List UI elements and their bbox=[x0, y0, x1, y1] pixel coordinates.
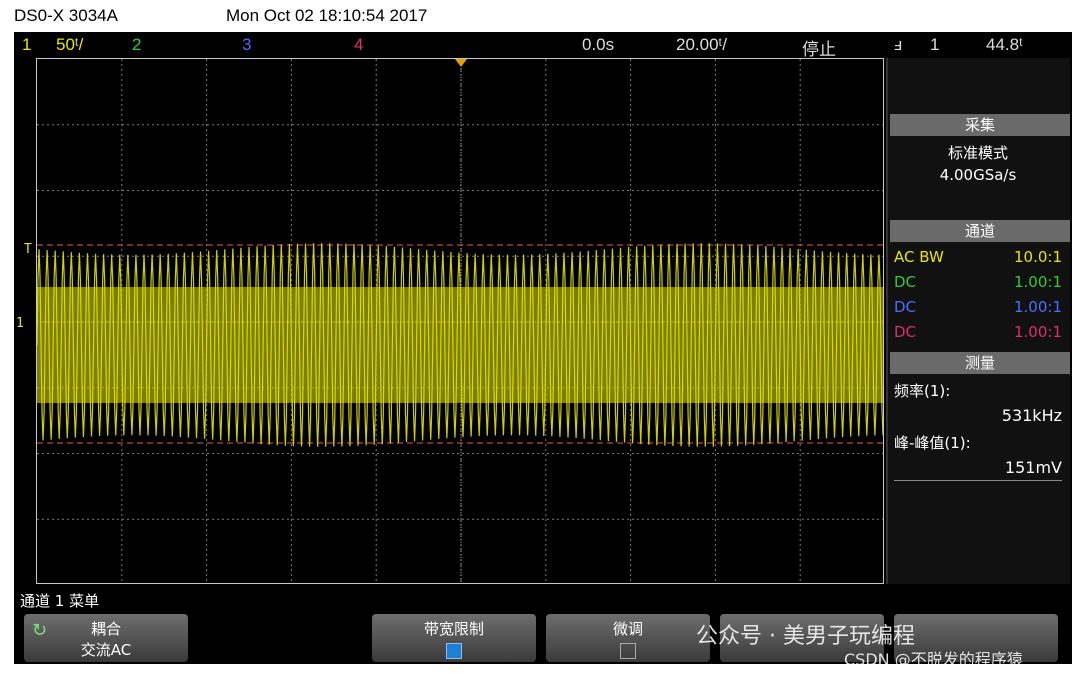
fine-checkbox bbox=[620, 643, 636, 659]
ch4-indicator[interactable]: 4 bbox=[354, 35, 363, 55]
instrument-model: DS0-X 3034A bbox=[14, 6, 118, 25]
channel-coupling: DC bbox=[894, 298, 917, 316]
time-delay[interactable]: 0.0s bbox=[582, 35, 614, 55]
bw-limit-softkey[interactable]: 带宽限制 bbox=[372, 614, 536, 662]
time-scale[interactable]: 20.00ᵗ/ bbox=[676, 35, 727, 55]
trigger-level-marker[interactable]: T bbox=[24, 242, 32, 257]
channel-row: DC 1.00:1 bbox=[892, 271, 1064, 295]
coupling-label: 耦合 bbox=[90, 620, 121, 638]
channel-row: DC 1.00:1 bbox=[892, 296, 1064, 320]
channel-coupling: DC bbox=[894, 273, 917, 291]
channel-row: AC BW 10.0:1 bbox=[892, 246, 1064, 270]
status-bar: 1 50ᵗ/ 2 3 4 0.0s 20.00ᵗ/ 停止 ⅎ 1 44.8ᵗ bbox=[14, 32, 1072, 60]
fine-label: 微调 bbox=[612, 620, 643, 638]
waveform-canvas bbox=[37, 59, 883, 583]
coupling-value: 交流AC bbox=[80, 641, 132, 659]
window-header: DS0-X 3034A Mon Oct 02 18:10:54 2017 bbox=[0, 0, 1080, 32]
trigger-source: 1 bbox=[930, 35, 940, 54]
bw-limit-checkbox bbox=[446, 643, 462, 659]
acquire-mode: 标准模式 bbox=[947, 144, 1008, 162]
ch1-waveform-core bbox=[37, 287, 883, 403]
trigger-level: 44.8ᵗ bbox=[986, 35, 1023, 54]
freq-value: 531kHz bbox=[1001, 406, 1062, 425]
info-sidebar: 采集 标准模式 4.00GSa/s 通道 AC BW 10.0:1 DC 1.00:1… bbox=[886, 58, 1070, 584]
channel-probe-ratio: 1.00:1 bbox=[1014, 298, 1062, 316]
channel-probe-ratio: 1.00:1 bbox=[1014, 323, 1062, 341]
ch3-indicator[interactable]: 3 bbox=[242, 35, 251, 55]
run-state[interactable]: 停止 bbox=[802, 35, 836, 60]
channel-probe-ratio: 10.0:1 bbox=[1014, 248, 1062, 266]
channel-probe-ratio: 1.00:1 bbox=[1014, 273, 1062, 291]
coupling-softkey[interactable]: ↻ 耦合 交流AC bbox=[24, 614, 188, 662]
vpp-value: 151mV bbox=[1004, 458, 1062, 477]
channels-panel-title: 通道 bbox=[890, 220, 1070, 242]
trigger-edge-icon: ⅎ bbox=[894, 35, 903, 54]
datetime: Mon Oct 02 18:10:54 2017 bbox=[226, 6, 428, 25]
acquire-panel-title: 采集 bbox=[890, 114, 1070, 136]
measure-panel-title: 测量 bbox=[890, 352, 1070, 374]
ch1-scale[interactable]: 50ᵗ/ bbox=[56, 35, 83, 55]
ch2-indicator[interactable]: 2 bbox=[132, 35, 141, 55]
channel-row: DC 1.00:1 bbox=[892, 321, 1064, 345]
bw-limit-label: 带宽限制 bbox=[423, 620, 484, 638]
ch1-ground-marker[interactable]: 1 bbox=[16, 316, 24, 331]
channel-coupling: DC bbox=[894, 323, 917, 341]
vpp-label: 峰-峰值(1): bbox=[894, 434, 971, 452]
measure-divider bbox=[894, 480, 1062, 481]
menu-title: 通道 1 菜单 bbox=[20, 592, 100, 610]
channel-coupling: AC BW bbox=[894, 248, 944, 266]
oscilloscope-display: 1 50ᵗ/ 2 3 4 0.0s 20.00ᵗ/ 停止 ⅎ 1 44.8ᵗ T… bbox=[14, 32, 1072, 669]
csdn-watermark: CSDN @不脱发的程序猿 bbox=[844, 650, 1023, 669]
freq-label: 频率(1): bbox=[894, 382, 951, 400]
rotate-knob-icon: ↻ bbox=[32, 620, 48, 641]
trigger-position-marker bbox=[455, 59, 467, 67]
fine-softkey[interactable]: 微调 bbox=[546, 614, 710, 662]
sample-rate: 4.00GSa/s bbox=[939, 166, 1017, 184]
ch1-indicator[interactable]: 1 bbox=[22, 35, 31, 55]
waveform-grid[interactable] bbox=[36, 58, 884, 584]
